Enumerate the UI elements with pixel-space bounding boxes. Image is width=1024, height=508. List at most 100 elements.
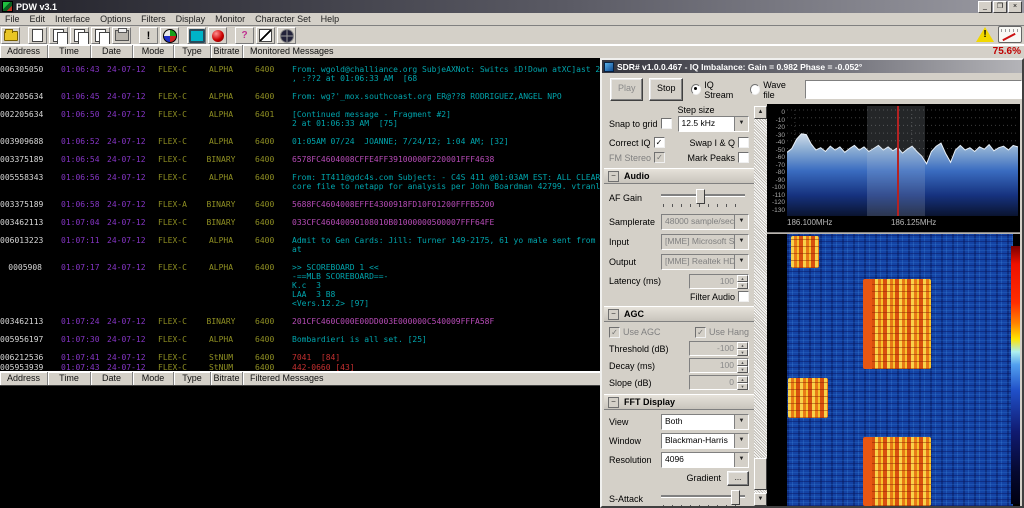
close-button[interactable]: × xyxy=(1008,1,1022,13)
col-mode: Mode xyxy=(133,45,174,58)
iq-stream-radio[interactable]: IQ Stream xyxy=(690,79,742,100)
message-time: 01:06:58 xyxy=(61,200,100,209)
spin-up-icon[interactable]: ▲ xyxy=(737,359,748,366)
chevron-down-icon: ▼ xyxy=(734,414,748,429)
record-icon[interactable] xyxy=(208,27,227,44)
fft-section-header[interactable]: − FFT Display xyxy=(604,394,754,410)
menu-help[interactable]: Help xyxy=(316,14,345,24)
chart-icon[interactable] xyxy=(256,27,275,44)
play-button[interactable]: Play xyxy=(610,78,644,101)
stats-pie-icon[interactable] xyxy=(160,27,179,44)
message-text: Bombardieri is all set. [25] xyxy=(292,335,427,344)
message-bitrate: 6400 xyxy=(255,200,275,209)
terminal-icon[interactable] xyxy=(187,27,206,44)
snap-to-grid-checkbox[interactable]: Snap to grid xyxy=(609,118,672,129)
menu-display[interactable]: Display xyxy=(171,14,211,24)
menu-monitor[interactable]: Monitor xyxy=(210,14,250,24)
correct-iq-checkbox[interactable]: Correct IQ ✓ xyxy=(609,137,665,148)
checkbox-checked-icon: ✓ xyxy=(694,326,706,338)
page-icon-1[interactable] xyxy=(28,27,47,44)
s-attack-slider[interactable] xyxy=(661,489,749,506)
panel-scrollbar[interactable]: ▲ ▼ xyxy=(754,106,767,506)
signal-quality-value: 75.6% xyxy=(992,46,1021,57)
audio-section-header[interactable]: − Audio xyxy=(604,168,754,184)
col-type: Type xyxy=(174,372,211,385)
network-icon[interactable] xyxy=(277,27,296,44)
threshold-spinner[interactable]: -100 ▲ ▼ xyxy=(689,341,749,356)
use-hang-checkbox[interactable]: ✓ Use Hang xyxy=(694,326,749,338)
window-select[interactable]: Blackman-Harris ▼ xyxy=(661,432,749,449)
spin-up-icon[interactable]: ▲ xyxy=(737,274,748,282)
menu-filters[interactable]: Filters xyxy=(136,14,171,24)
spectrum-analyzer[interactable]: 0 -10 -20 -30 -40 -50 -60 -70 -80 -90 -100 -110 -120… xyxy=(767,106,1020,232)
spin-down-icon[interactable]: ▼ xyxy=(737,383,748,390)
resolution-select[interactable]: 4096 ▼ xyxy=(661,451,749,468)
slope-spinner[interactable]: 0 ▲ ▼ xyxy=(689,375,749,390)
stop-button[interactable]: Stop xyxy=(649,78,683,101)
menu-interface[interactable]: Interface xyxy=(50,14,95,24)
message-bitrate: 6400 xyxy=(255,137,275,146)
swap-iq-checkbox[interactable]: Swap I & Q xyxy=(689,137,749,148)
tuned-frequency-line[interactable] xyxy=(896,106,899,216)
spin-up-icon[interactable]: ▲ xyxy=(737,342,748,349)
spin-down-icon[interactable]: ▼ xyxy=(737,349,748,356)
spectrum-plot[interactable] xyxy=(787,106,1018,216)
menu-character-set[interactable]: Character Set xyxy=(250,14,316,24)
waterfall-display[interactable] xyxy=(787,234,1013,506)
restore-button[interactable]: ❐ xyxy=(993,1,1007,13)
message-mode: FLEX-C xyxy=(158,317,187,326)
message-bitrate: 6400 xyxy=(255,155,275,164)
scroll-up-icon[interactable]: ▲ xyxy=(754,106,767,119)
slope-value: 0 xyxy=(729,377,734,387)
message-text: 201CFC460C000E00DD003E000000C540009FFFA5… xyxy=(292,317,495,326)
db-tick-label: 0 xyxy=(781,109,785,116)
message-address: 006013223 xyxy=(0,236,44,245)
iq-stream-label: IQ Stream xyxy=(704,79,734,100)
wave-file-radio[interactable]: Wave file xyxy=(749,80,797,100)
sdr-titlebar[interactable]: SDR# v1.0.0.467 - IQ Imbalance: Gain = 0… xyxy=(602,60,1022,73)
af-gain-slider[interactable] xyxy=(661,189,749,207)
spin-up-icon[interactable]: ▲ xyxy=(737,376,748,383)
collapse-icon[interactable]: − xyxy=(608,170,619,182)
view-select[interactable]: Both ▼ xyxy=(661,413,749,430)
pdw-window-title: PDW v3.1 xyxy=(16,1,58,12)
help-icon[interactable]: ? xyxy=(235,27,254,44)
mark-peaks-checkbox[interactable]: Mark Peaks xyxy=(687,152,749,163)
menu-file[interactable]: File xyxy=(0,14,25,24)
print-icon[interactable] xyxy=(112,27,131,44)
collapse-icon[interactable]: − xyxy=(608,308,619,320)
decay-spinner[interactable]: 100 ▲ ▼ xyxy=(689,358,749,373)
page-icon-4[interactable] xyxy=(91,27,110,45)
pdw-titlebar[interactable]: PDW v3.1 _ ❐ × xyxy=(0,0,1024,13)
message-text: 2 at 01:06:33 AM [75] xyxy=(292,119,398,128)
minimize-button[interactable]: _ xyxy=(978,1,992,13)
menu-edit[interactable]: Edit xyxy=(25,14,51,24)
scrollbar-thumb[interactable] xyxy=(754,458,767,490)
spin-down-icon[interactable]: ▼ xyxy=(737,281,748,289)
slider-thumb[interactable] xyxy=(696,189,706,204)
scroll-down-icon[interactable]: ▼ xyxy=(754,493,767,506)
fm-stereo-checkbox[interactable]: FM Stereo ✓ xyxy=(609,152,666,163)
audio-output-select[interactable]: [MME] Realtek HD Aud ▼ xyxy=(661,254,749,270)
page-icon-2[interactable] xyxy=(49,27,68,45)
collapse-icon[interactable]: − xyxy=(608,396,619,408)
af-gain-label: AF Gain xyxy=(609,193,643,203)
menu-options[interactable]: Options xyxy=(95,14,136,24)
gradient-button[interactable]: ... xyxy=(727,470,749,486)
alert-icon[interactable]: ! xyxy=(139,27,158,44)
agc-section-header[interactable]: − AGC xyxy=(604,306,754,322)
audio-input-select[interactable]: [MME] Microsoft Sound ▼ xyxy=(661,234,749,250)
step-size-select[interactable]: 12.5 kHz ▼ xyxy=(677,116,749,132)
open-log-icon[interactable] xyxy=(1,27,20,44)
threshold-value: -100 xyxy=(716,343,734,353)
samplerate-select[interactable]: 48000 sample/sec ▼ xyxy=(661,214,749,230)
latency-spinner[interactable]: 100 ▲ ▼ xyxy=(689,273,749,289)
slider-thumb[interactable] xyxy=(731,489,741,505)
checkbox-checked-icon: ✓ xyxy=(653,137,665,148)
audio-input-label: Input xyxy=(609,237,630,247)
page-icon-3[interactable] xyxy=(70,27,89,45)
use-agc-checkbox[interactable]: ✓ Use AGC xyxy=(609,326,661,338)
spin-down-icon[interactable]: ▼ xyxy=(737,366,748,373)
wave-file-path-input[interactable] xyxy=(804,80,1022,99)
filter-audio-checkbox[interactable]: Filter Audio xyxy=(690,291,749,302)
